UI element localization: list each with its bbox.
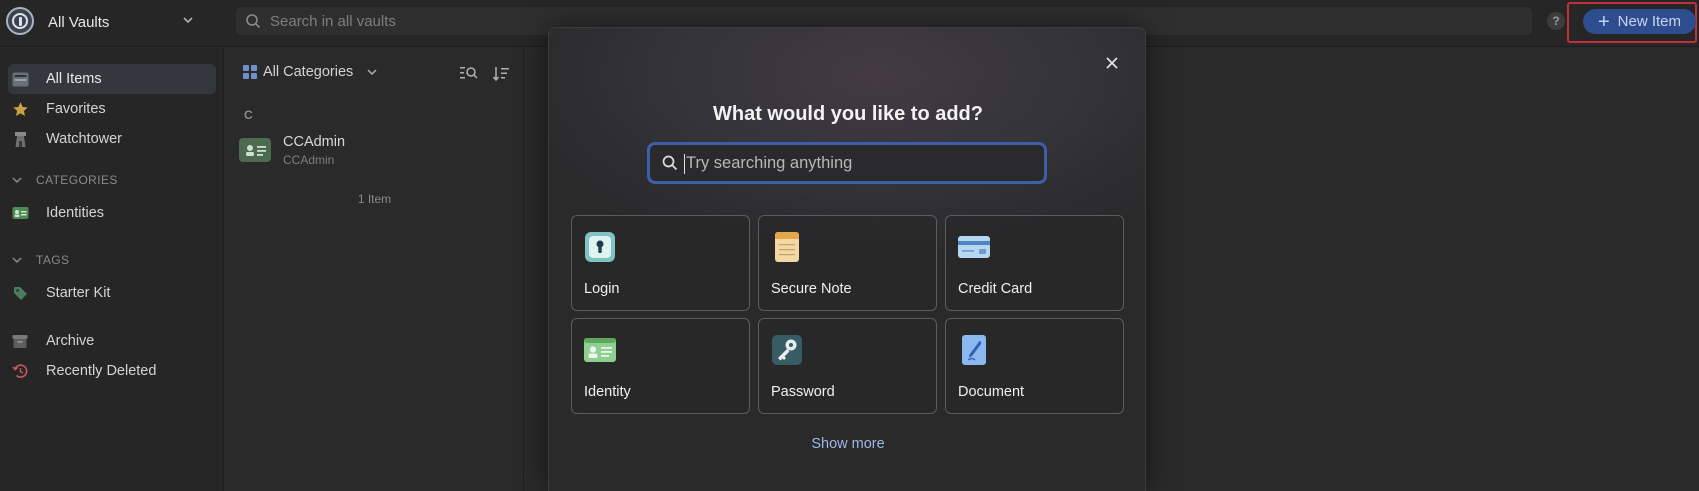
tile-label: Login (584, 281, 620, 297)
tag-icon (11, 284, 29, 302)
item-type-search-input[interactable] (686, 153, 1016, 173)
tile-credit-card[interactable]: Credit Card (945, 215, 1124, 311)
section-letter-header: C (244, 108, 253, 122)
tile-secure-note[interactable]: Secure Note (758, 215, 937, 311)
tile-document[interactable]: Document (945, 318, 1124, 414)
all-items-icon (11, 70, 29, 88)
new-item-label: New Item (1617, 13, 1682, 30)
search-filter-button[interactable] (459, 63, 479, 83)
chevron-down-icon (12, 177, 22, 184)
help-icon[interactable]: ? (1547, 12, 1565, 30)
category-filter-label: All Categories (263, 64, 354, 80)
tile-label: Secure Note (771, 281, 852, 297)
sort-button[interactable] (491, 63, 511, 83)
star-icon (11, 100, 29, 118)
vault-switcher[interactable]: All Vaults (42, 9, 207, 35)
document-icon (962, 335, 986, 365)
sidebar-item-label: Watchtower (46, 131, 123, 147)
categories-heading-label: CATEGORIES (36, 173, 118, 187)
key-icon (772, 335, 802, 365)
sidebar: All Items Favorites Watchtower CATEGORIE… (0, 48, 224, 491)
list-item[interactable]: CCAdmin CCAdmin (239, 130, 509, 170)
chevron-down-icon (12, 257, 22, 264)
vault-switcher-label: All Vaults (48, 13, 110, 31)
text-caret (684, 154, 685, 174)
tile-label: Password (771, 384, 835, 400)
item-count-label: 1 Item (357, 192, 392, 206)
sidebar-item-favorites[interactable]: Favorites (8, 94, 216, 124)
sidebar-item-label: Identities (46, 205, 105, 221)
login-lock-icon (585, 232, 615, 262)
list-item-subtitle: CCAdmin (283, 152, 335, 167)
tile-label: Identity (584, 384, 631, 400)
tile-password[interactable]: Password (758, 318, 937, 414)
grid-icon (243, 65, 257, 79)
watchtower-icon (11, 130, 29, 148)
identity-card-icon (584, 338, 616, 362)
list-search-icon (460, 67, 478, 79)
close-button[interactable] (1102, 53, 1122, 73)
help-icon-glyph: ? (1552, 14, 1560, 28)
item-type-search-field[interactable] (647, 142, 1047, 184)
tile-login[interactable]: Login (571, 215, 750, 311)
dialog-title: What would you like to add? (713, 103, 983, 125)
tile-label: Credit Card (958, 281, 1033, 297)
identity-icon (11, 204, 29, 222)
sidebar-item-label: All Items (46, 71, 102, 87)
sidebar-item-watchtower[interactable]: Watchtower (8, 124, 216, 154)
note-icon (775, 232, 799, 262)
close-icon (1106, 57, 1118, 69)
sidebar-item-label: Favorites (46, 101, 106, 117)
archive-icon (11, 332, 29, 350)
tile-identity[interactable]: Identity (571, 318, 750, 414)
new-item-dialog: What would you like to add? Login Secure… (548, 27, 1146, 491)
sidebar-item-label: Starter Kit (46, 285, 111, 301)
sidebar-item-label: Archive (46, 333, 95, 349)
search-icon (246, 14, 261, 29)
sort-icon (493, 66, 509, 81)
new-item-button[interactable]: + New Item (1583, 9, 1696, 34)
categories-heading[interactable]: CATEGORIES (10, 171, 118, 189)
tags-heading-label: TAGS (36, 253, 70, 267)
sidebar-item-label: Recently Deleted (46, 363, 157, 379)
trash-icon (11, 362, 29, 380)
category-filter-dropdown[interactable]: All Categories (243, 61, 379, 83)
search-icon (662, 155, 678, 171)
sidebar-item-starter-kit[interactable]: Starter Kit (8, 278, 216, 308)
sidebar-item-all-items[interactable]: All Items (8, 64, 216, 94)
tile-label: Document (958, 384, 1025, 400)
sidebar-item-identities[interactable]: Identities (8, 198, 216, 228)
credit-card-icon (958, 236, 990, 258)
sidebar-item-archive[interactable]: Archive (8, 326, 216, 356)
sidebar-item-recently-deleted[interactable]: Recently Deleted (8, 356, 216, 386)
chevron-down-icon (367, 69, 377, 76)
plus-icon: + (1597, 10, 1610, 33)
app-logo-icon (6, 7, 34, 35)
item-list-panel: All Categories C CCAdmin CCAdmin 1 Item (225, 48, 524, 491)
tags-heading[interactable]: TAGS (10, 251, 69, 269)
identity-card-icon (239, 138, 271, 162)
chevron-down-icon (183, 17, 193, 24)
list-item-title: CCAdmin (283, 133, 346, 150)
show-more-link[interactable]: Show more (549, 436, 1147, 452)
